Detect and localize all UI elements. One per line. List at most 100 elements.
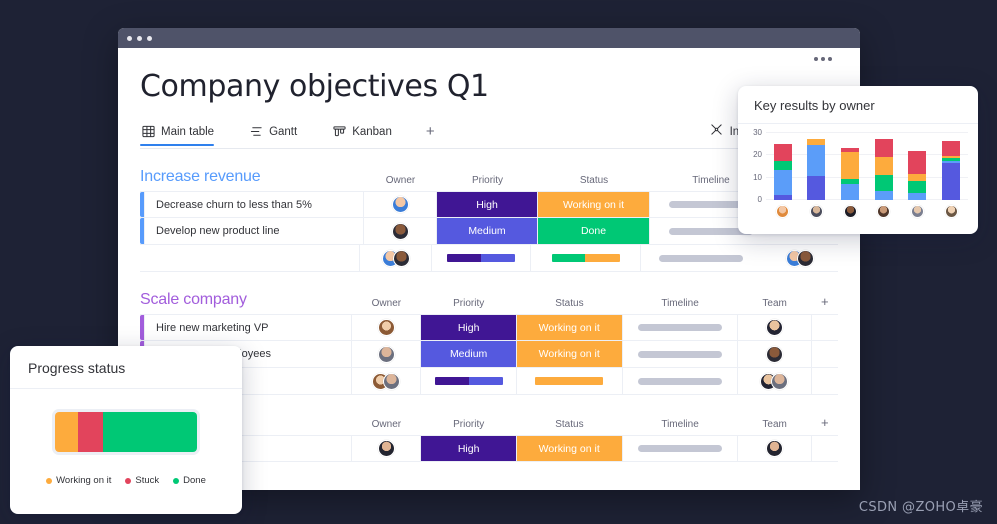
view-tabs: Main table Gantt Kanban + [140,122,838,149]
cell-add [812,341,838,367]
cell-team[interactable] [738,315,812,340]
tab-kanban[interactable]: Kanban [331,125,404,145]
column-header-owner[interactable]: Owner [352,419,421,430]
row-name[interactable]: Develop new product line [144,218,364,244]
progress-status-card: Progress status Working on it Stuck Done [10,346,242,514]
cell-owner[interactable] [352,341,422,367]
cell-status[interactable]: Working on it [538,192,650,217]
timeline-bar [637,377,722,385]
group-1-rows: Decrease churn to less than 5% High Work… [140,191,838,272]
row-name[interactable]: Hire new marketing VP [144,315,353,340]
window-close-dot[interactable] [127,35,132,41]
column-header-priority[interactable]: Priority [437,175,538,186]
legend-label: Working on it [56,475,112,486]
screenshot-root: Company objectives Q1 Main table Gantt K… [0,0,997,524]
cell-priority[interactable]: Medium [421,341,517,367]
table-row[interactable]: Hire new marketing VP High Working on it [140,314,838,341]
cell-owner[interactable] [352,436,422,461]
tab-gantt[interactable]: Gantt [248,125,309,145]
window-maximize-dot[interactable] [147,35,152,41]
column-header-status[interactable]: Status [538,175,650,186]
window-minimize-dot[interactable] [137,35,142,41]
chart-bar[interactable] [908,151,927,200]
cell-priority[interactable]: Medium [437,218,538,244]
battery-seg-stuck [77,412,104,452]
cell-timeline-summary [641,245,761,271]
cell-owner[interactable] [352,315,422,340]
row-name[interactable]: Decrease churn to less than 5% [144,192,364,217]
status-pill: Working on it [538,192,649,217]
table-row[interactable]: Hire 20 new employees Medium Working on … [140,341,838,368]
board-more-menu-button[interactable] [814,57,832,61]
avatar [843,205,857,218]
cell-status[interactable]: Working on it [516,315,623,340]
chart-bar[interactable] [807,139,826,200]
cell-timeline[interactable] [623,315,738,340]
bar-seg-stuck [942,141,961,156]
gridline [766,176,968,178]
cell-timeline[interactable] [623,341,738,367]
cell-status[interactable]: Working on it [516,341,623,367]
column-header-owner[interactable]: Owner [364,175,437,186]
cell-owner[interactable] [364,192,437,217]
chart-bar[interactable] [773,144,792,200]
group-2-title: Scale company [140,291,247,308]
cell-priority[interactable]: High [421,436,517,461]
table-row[interactable]: Decrease churn to less than 5% High Work… [140,191,838,218]
y-tick: 30 [753,128,762,137]
cell-add [812,315,838,340]
table-row[interactable]: Develop new product line Medium Done [140,218,838,245]
avatar [796,249,814,267]
bar-seg-done [773,161,792,170]
progress-legend: Working on it Stuck Done [28,475,224,486]
legend-item: Stuck [125,475,159,486]
column-header-priority[interactable]: Priority [421,419,517,430]
add-view-button[interactable]: + [426,123,435,147]
cell-owner-summary [360,245,433,271]
avatar [391,222,409,240]
summary-seg [584,254,620,262]
column-header-team[interactable]: Team [738,298,812,309]
avatar [765,345,783,363]
cell-owner[interactable] [364,218,437,244]
status-summary-bar [551,254,620,262]
avatar [809,205,823,218]
chart-bar[interactable] [942,141,961,200]
legend-dot [125,477,132,484]
cell-team[interactable] [738,436,812,461]
priority-pill: Medium [421,341,516,367]
column-header-timeline[interactable]: Timeline [622,298,737,309]
chart-plot: 30 20 10 0 [746,128,968,204]
column-header-priority[interactable]: Priority [421,298,517,309]
column-header-owner[interactable]: Owner [352,298,421,309]
add-column-button[interactable]: + [812,294,838,309]
avatar [765,319,783,336]
cell-timeline[interactable] [623,436,738,461]
cell-team[interactable] [738,341,812,367]
avatar-group [785,249,814,267]
legend-item: Working on it [46,475,111,486]
tab-gantt-label: Gantt [269,125,298,138]
table-row[interactable]: d 24/7 support High Working on it [140,435,838,462]
cell-priority[interactable]: High [437,192,538,217]
bar-seg-blue [807,145,826,176]
priority-pill: Medium [437,218,537,244]
cell-status[interactable]: Done [538,218,650,244]
cell-status[interactable]: Working on it [516,436,623,461]
add-column-button[interactable]: + [812,415,838,430]
chart-bar[interactable] [841,148,860,200]
tab-main-table-label: Main table [161,125,215,138]
avatar [771,372,789,390]
bar-seg-blue [908,193,927,200]
bar-seg-working [908,174,927,181]
column-header-team[interactable]: Team [738,419,812,430]
chart-bar[interactable] [874,139,893,200]
cell-priority[interactable]: High [421,315,517,340]
column-header-timeline[interactable]: Timeline [622,419,737,430]
tab-main-table[interactable]: Main table [140,125,226,146]
group-increase-revenue: Increase revenue Owner Priority Status T… [140,162,838,272]
column-header-status[interactable]: Status [516,298,622,309]
column-header-status[interactable]: Status [516,419,622,430]
gridline [766,154,968,156]
group-summary-row [140,245,838,272]
